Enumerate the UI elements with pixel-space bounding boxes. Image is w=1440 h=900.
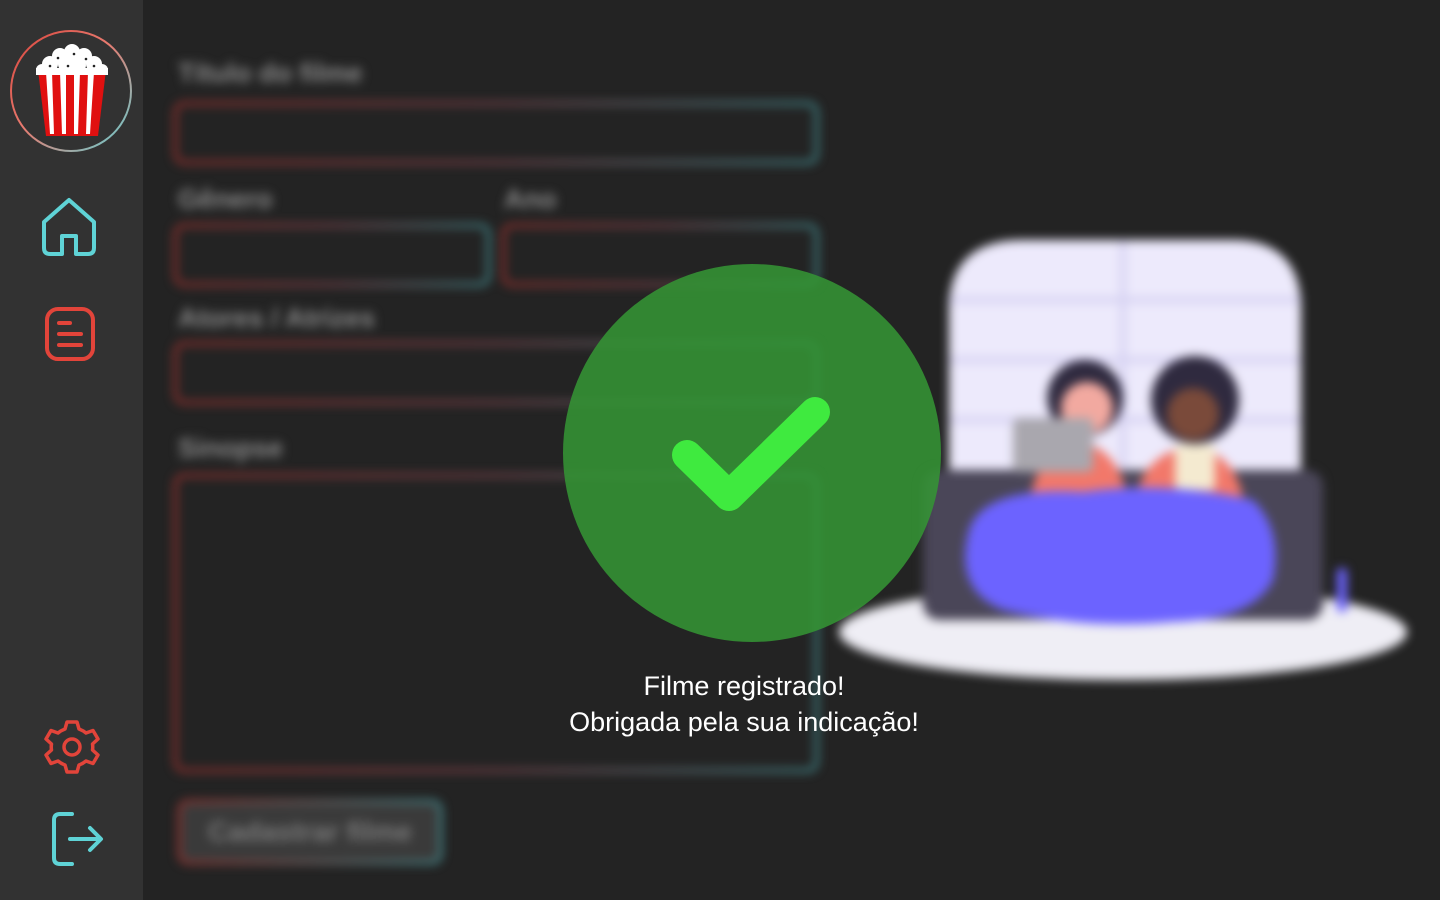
synopsis-label: Sinopse [178,433,284,463]
success-badge [563,264,941,642]
success-message: Filme registrado! Obrigada pela sua indi… [500,668,988,740]
year-label: Ano [504,184,557,214]
sidebar [0,0,143,900]
list-icon[interactable] [44,306,96,362]
logout-icon[interactable] [50,810,106,868]
checkmark-icon [672,397,830,511]
success-title: Filme registrado! [643,671,845,701]
title-input[interactable] [174,102,818,164]
home-icon[interactable] [40,196,98,258]
popcorn-logo [10,30,132,152]
genre-label: Gênero [178,184,273,214]
title-label: Título do filme [178,58,363,88]
gear-icon[interactable] [44,718,100,776]
actors-label: Atores / Atrizes [178,303,376,333]
success-subtitle: Obrigada pela sua indicação! [569,707,919,737]
genre-input[interactable] [174,224,490,286]
submit-button[interactable]: Cadastrar filme [178,800,442,864]
popcorn-icon [36,44,108,136]
